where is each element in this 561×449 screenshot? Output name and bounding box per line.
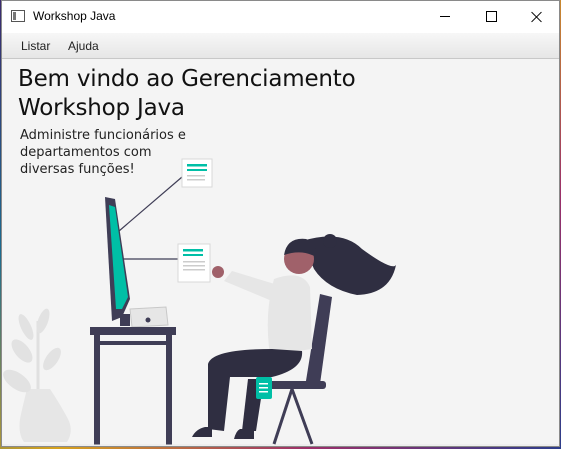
person-illustration — [192, 234, 396, 439]
maximize-button[interactable] — [468, 1, 514, 32]
menu-ajuda[interactable]: Ajuda — [68, 39, 99, 53]
title-bar[interactable]: Workshop Java — [2, 1, 559, 33]
printer-icon — [129, 306, 169, 328]
menu-listar[interactable]: Listar — [21, 39, 50, 53]
document-card-icon — [177, 243, 211, 283]
welcome-subtitle: Administre funcionários e departamentos … — [20, 128, 186, 177]
welcome-title: Bem vindo ao Gerenciamento Workshop Java — [18, 65, 356, 123]
welcome-title-line2: Workshop Java — [18, 95, 185, 121]
menu-bar: Listar Ajuda — [2, 33, 559, 59]
window-title: Workshop Java — [33, 9, 116, 23]
desk — [90, 327, 176, 445]
welcome-title-line1: Bem vindo ao Gerenciamento — [18, 66, 356, 92]
monitor-icon — [105, 197, 130, 326]
app-window: Workshop Java Listar Ajuda Bem vindo ao … — [1, 0, 560, 447]
close-button[interactable] — [514, 1, 559, 32]
minimize-button[interactable] — [422, 1, 468, 32]
java-window-icon — [11, 10, 25, 22]
plant-decoration — [3, 308, 71, 442]
main-content: Bem vindo ao Gerenciamento Workshop Java… — [2, 59, 559, 446]
connector-line — [111, 176, 183, 238]
